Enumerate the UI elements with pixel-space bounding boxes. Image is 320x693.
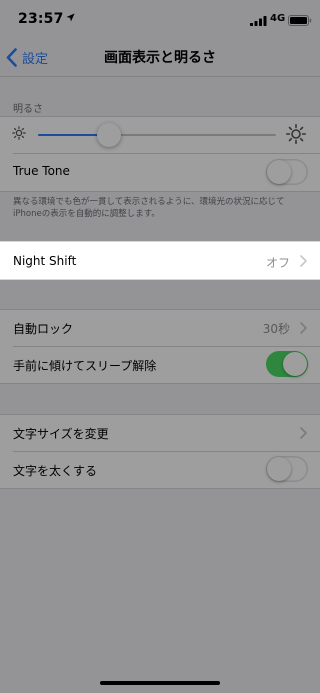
chevron-right-icon [300, 322, 307, 334]
toggle-knob [267, 160, 291, 184]
auto-lock-row[interactable]: 自動ロック 30秒 [0, 310, 320, 346]
bold-text-toggle[interactable] [266, 456, 308, 482]
network-type: 4G [270, 13, 286, 24]
page-title: 画面表示と明るさ [104, 50, 216, 66]
section-header-brightness: 明るさ [13, 104, 43, 115]
location-arrow-icon [66, 13, 75, 22]
brightness-group: True Tone [0, 116, 320, 192]
bold-text-row: 文字を太くする [0, 452, 320, 488]
raise-to-wake-row: 手前に傾けてスリープ解除 [0, 347, 320, 383]
home-indicator [100, 681, 220, 685]
battery-icon [288, 15, 312, 26]
text-size-row[interactable]: 文字サイズを変更 [0, 415, 320, 451]
sun-large-icon [286, 124, 306, 144]
raise-to-wake-label: 手前に傾けてスリープ解除 [13, 359, 157, 373]
text-size-label: 文字サイズを変更 [13, 427, 109, 441]
chevron-right-icon [300, 427, 307, 439]
true-tone-footnote: 異なる環境でも色が一貫して表示されるように、環境光の状況に応じてiPhoneの表… [13, 197, 285, 219]
brightness-slider[interactable] [38, 123, 276, 147]
lock-group: 自動ロック 30秒 手前に傾けてスリープ解除 [0, 309, 320, 384]
auto-lock-label: 自動ロック [13, 322, 74, 336]
toggle-knob [283, 352, 307, 376]
true-tone-label: True Tone [13, 164, 70, 178]
navigation-bar: 設定 画面表示と明るさ [0, 40, 320, 77]
raise-to-wake-toggle[interactable] [266, 351, 308, 377]
night-shift-row[interactable]: Night Shift オフ [0, 241, 320, 280]
status-bar: 23:57 4G [0, 0, 320, 40]
sun-small-icon [12, 126, 26, 140]
toggle-knob [267, 457, 291, 481]
status-time: 23:57 [18, 11, 64, 27]
night-shift-value: オフ [265, 256, 290, 270]
bold-text-label: 文字を太くする [13, 464, 98, 478]
text-group: 文字サイズを変更 文字を太くする [0, 414, 320, 489]
chevron-right-icon [300, 255, 307, 267]
true-tone-toggle[interactable] [266, 159, 308, 185]
true-tone-row: True Tone [0, 154, 320, 190]
signal-bars-icon [250, 16, 267, 26]
night-shift-label: Night Shift [13, 254, 77, 268]
auto-lock-value: 30秒 [262, 322, 290, 336]
